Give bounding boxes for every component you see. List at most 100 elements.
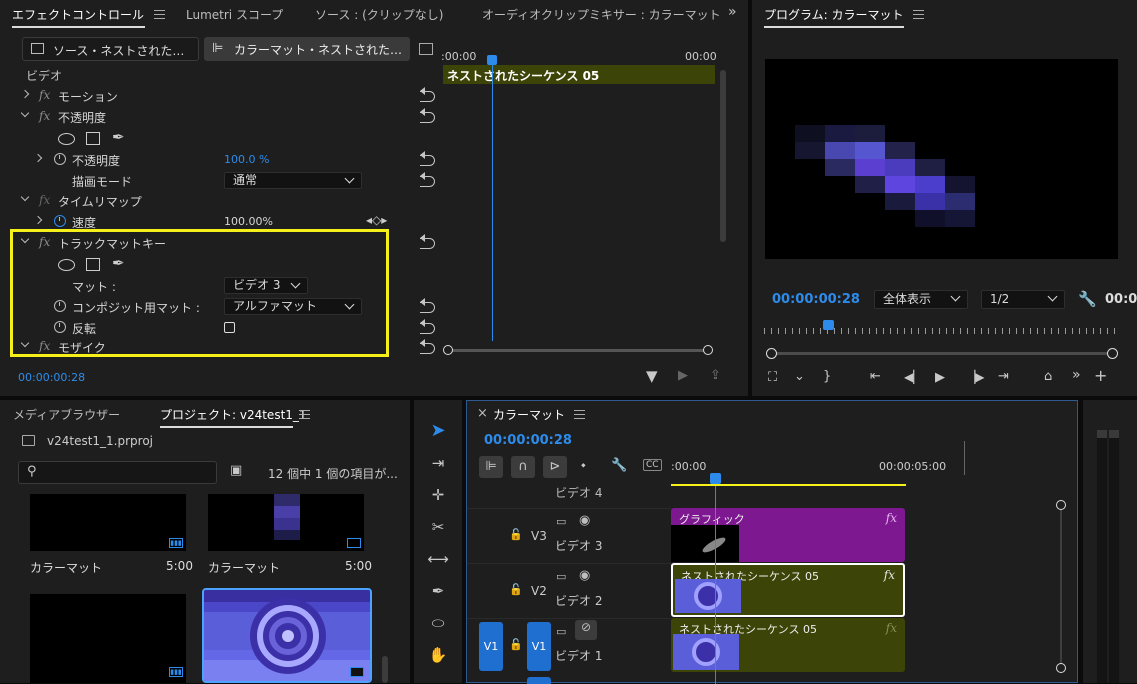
hand-tool-icon[interactable]: ✋ xyxy=(424,642,452,668)
lock-icon[interactable]: 🔓 xyxy=(509,528,523,541)
marker-menu-icon[interactable]: ⛶ xyxy=(768,370,777,385)
reset-icon[interactable] xyxy=(420,172,435,187)
mini-clip[interactable]: ネストされたシーケンス 05 xyxy=(443,65,715,84)
go-to-in-icon[interactable]: ⇤ xyxy=(870,369,881,384)
source-clip-tab[interactable]: ソース・ネストされた… xyxy=(22,37,199,61)
go-to-out-icon[interactable]: ⇥ xyxy=(998,369,1009,384)
selection-tool-icon[interactable]: ➤ xyxy=(424,418,452,444)
reset-icon[interactable] xyxy=(420,298,435,313)
linked-selection-icon[interactable]: ⊳ xyxy=(543,456,567,478)
project-item-thumb[interactable]: ▮▮▮ xyxy=(30,494,186,551)
timeline-vscroll-handle-top[interactable] xyxy=(1056,500,1066,510)
clip-fx-badge[interactable]: fx xyxy=(886,511,897,525)
pen-tool-icon[interactable]: ✒ xyxy=(424,578,452,604)
speed-value[interactable]: 100.00% xyxy=(224,215,273,228)
source-patch-v1[interactable]: V1 xyxy=(479,622,503,671)
reset-icon[interactable] xyxy=(420,108,435,123)
timeline-playhead-head[interactable] xyxy=(710,473,721,484)
play-icon[interactable]: ▶ xyxy=(935,370,945,385)
mini-horizontal-scrollbar[interactable] xyxy=(445,349,711,352)
step-forward-icon[interactable]: ▕▶ xyxy=(966,370,984,384)
fx-icon[interactable]: fx xyxy=(39,88,50,102)
program-scroll-handle-left[interactable] xyxy=(766,348,777,359)
eye-icon[interactable]: ◉ xyxy=(579,568,590,583)
timeline-settings-icon[interactable]: 🔧 xyxy=(611,458,627,473)
program-timecode[interactable]: 00:00:00:28 xyxy=(772,292,860,307)
program-scroll-handle-right[interactable] xyxy=(1107,348,1118,359)
export-frame-icon[interactable]: ⌂ xyxy=(1044,369,1052,384)
clip-nested-v2[interactable]: ネストされたシーケンス 05 fx xyxy=(671,563,905,617)
clip-graphic[interactable]: グラフィック fx xyxy=(671,508,905,562)
clip-nested-v1[interactable]: ネストされたシーケンス 05 fx xyxy=(671,618,905,672)
effect-row-motion[interactable]: fx モーション xyxy=(18,85,440,106)
camera-icon[interactable]: ▭ xyxy=(556,625,566,638)
lock-icon[interactable]: 🔓 xyxy=(509,583,523,596)
tab-audio-clip-mixer[interactable]: オーディオクリップミキサー : カラーマット xyxy=(482,6,721,23)
rectangle-mask-icon[interactable] xyxy=(86,132,100,145)
timeline-timecode[interactable]: 00:00:00:28 xyxy=(484,433,572,448)
param-row-opacity[interactable]: 不透明度 100.0 % xyxy=(18,149,440,170)
ellipse-mask-icon[interactable] xyxy=(58,133,75,145)
slip-tool-icon[interactable]: ⟷ xyxy=(424,546,452,572)
effect-controls-timecode[interactable]: 00:00:00:28 xyxy=(18,371,85,384)
opacity-value[interactable]: 100.0 % xyxy=(224,153,269,166)
captions-icon[interactable]: CC xyxy=(643,459,662,471)
tab-media-browser[interactable]: メディアブラウザー xyxy=(13,406,120,423)
clip-fx-badge[interactable]: fx xyxy=(886,621,897,635)
program-menu-icon[interactable] xyxy=(913,10,924,19)
track-select-tool-icon[interactable]: ⇥ xyxy=(424,450,452,476)
effect-row-time-remap[interactable]: fx タイムリマップ xyxy=(18,190,440,211)
camera-icon[interactable]: ▭ xyxy=(556,570,566,583)
stopwatch-icon[interactable] xyxy=(54,153,66,165)
mini-vertical-scrollbar[interactable] xyxy=(720,70,726,242)
keyframe-nav-icon[interactable]: ◂◇▸ xyxy=(366,213,387,227)
timeline-vscroll-handle-bottom[interactable] xyxy=(1056,663,1066,673)
filter-icon[interactable]: ▼ xyxy=(646,367,658,385)
new-bin-icon[interactable]: ▣ xyxy=(230,463,242,478)
timeline-menu-icon[interactable] xyxy=(574,410,585,419)
reset-icon[interactable] xyxy=(420,87,435,102)
mini-playhead-head[interactable] xyxy=(487,55,497,65)
project-search-input[interactable]: ⚲ xyxy=(18,461,217,484)
project-item-thumb[interactable]: ▮▮▮ xyxy=(30,594,186,683)
add-button-icon[interactable]: + xyxy=(1094,366,1107,385)
tab-project[interactable]: プロジェクト: v24test1_1 xyxy=(160,406,307,423)
mini-scroll-handle-right[interactable] xyxy=(703,345,713,355)
project-item-thumb[interactable] xyxy=(208,494,364,551)
collapse-chevron-icon[interactable] xyxy=(20,192,30,202)
nest-toggle-icon[interactable]: ⊫ xyxy=(479,456,503,478)
tab-source[interactable]: ソース : (クリップなし) xyxy=(315,6,443,23)
resolution-dropdown[interactable]: 1/2 xyxy=(981,290,1065,309)
reset-icon[interactable] xyxy=(420,319,435,334)
timeline-vscroll-track[interactable] xyxy=(1060,504,1062,668)
program-title[interactable]: プログラム: カラーマット xyxy=(764,6,904,23)
collapse-chevron-icon[interactable] xyxy=(20,108,30,118)
eye-hidden-icon[interactable]: ⊘ xyxy=(575,620,597,640)
expand-chevron-icon[interactable] xyxy=(33,153,43,163)
program-playhead[interactable] xyxy=(823,320,834,330)
target-clip-tab[interactable]: ⊫ カラーマット・ネストされた… xyxy=(204,37,410,61)
program-ruler[interactable] xyxy=(764,324,1119,334)
project-item-thumb-selected[interactable] xyxy=(202,588,372,683)
close-icon[interactable]: × xyxy=(477,406,488,421)
play-audio-icon[interactable]: ▶ xyxy=(678,368,688,383)
track-target-v1[interactable]: V1 xyxy=(527,622,551,671)
marker-chevron-icon[interactable]: ⌄ xyxy=(794,369,805,384)
reset-icon[interactable] xyxy=(420,234,435,249)
step-back-icon[interactable]: ◀▏ xyxy=(904,370,922,384)
export-icon[interactable]: ⇪ xyxy=(710,368,721,383)
more-panels-icon[interactable]: » xyxy=(728,4,737,20)
effect-controls-menu-icon[interactable] xyxy=(154,10,165,19)
camera-icon[interactable]: ▭ xyxy=(556,515,566,528)
tab-effect-controls[interactable]: エフェクトコントロール xyxy=(12,6,144,23)
zoom-dropdown[interactable]: 全体表示 xyxy=(874,290,968,309)
more-controls-icon[interactable]: » xyxy=(1072,367,1081,383)
reset-icon[interactable] xyxy=(420,339,435,354)
eye-icon[interactable]: ◉ xyxy=(579,513,590,528)
fx-icon[interactable]: fx xyxy=(39,109,50,123)
pen-mask-icon[interactable]: ✒ xyxy=(112,128,125,146)
tab-lumetri-scopes[interactable]: Lumetri スコープ xyxy=(186,6,283,23)
razor-tool-icon[interactable]: ✂ xyxy=(424,514,452,540)
toggle-timeline-icon[interactable] xyxy=(419,43,433,55)
mark-out-icon[interactable]: } xyxy=(823,369,831,384)
